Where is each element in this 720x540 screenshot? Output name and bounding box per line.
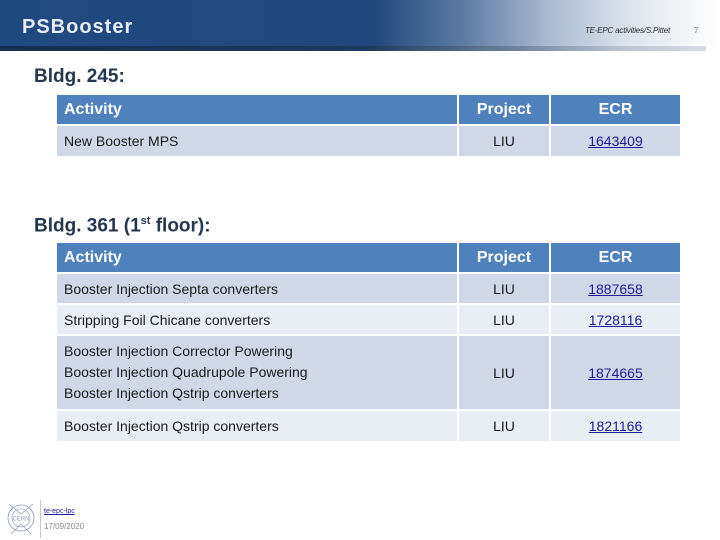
section-title-bldg-245: Bldg. 245: bbox=[34, 66, 125, 87]
project-cell: LIU bbox=[458, 303, 551, 335]
table-row: Booster Injection Corrector Powering Boo… bbox=[57, 334, 680, 410]
project-cell: LIU bbox=[458, 272, 551, 304]
header-meta: TE-EPC activities/S.Pittet bbox=[585, 26, 671, 35]
header-underline bbox=[0, 46, 706, 51]
table-bldg-245: Activity Project ECR New Booster MPS LIU… bbox=[57, 95, 680, 156]
ecr-cell: 1728116 bbox=[550, 303, 680, 335]
activity-cell: Booster Injection Corrector Powering Boo… bbox=[57, 334, 459, 410]
slide-title: PSBooster bbox=[22, 16, 134, 38]
table-row: Stripping Foil Chicane converters LIU 17… bbox=[57, 303, 680, 335]
activity-cell: Stripping Foil Chicane converters bbox=[57, 303, 459, 335]
project-cell: LIU bbox=[458, 124, 551, 156]
table-row: New Booster MPS LIU 1643409 bbox=[57, 124, 680, 156]
page-number: 7 bbox=[694, 26, 699, 35]
ecr-cell: 1643409 bbox=[550, 124, 680, 156]
project-cell: LIU bbox=[458, 334, 551, 410]
activity-cell: New Booster MPS bbox=[57, 124, 459, 156]
activity-cell: Booster Injection Qstrip converters bbox=[57, 409, 459, 441]
ecr-link[interactable]: 1874665 bbox=[588, 365, 643, 381]
table-header-row: Activity Project ECR bbox=[57, 95, 680, 125]
project-cell: LIU bbox=[458, 409, 551, 441]
column-header-activity: Activity bbox=[57, 243, 459, 273]
table-row: Booster Injection Septa converters LIU 1… bbox=[57, 272, 680, 304]
footer-divider bbox=[40, 500, 41, 538]
section-title-bldg-361: Bldg. 361 (1st floor): bbox=[34, 215, 211, 237]
ecr-link[interactable]: 1887658 bbox=[588, 281, 643, 297]
activity-line: Booster Injection Quadrupole Powering bbox=[64, 364, 308, 380]
activity-line: Booster Injection Corrector Powering bbox=[64, 343, 293, 359]
footer-link[interactable]: te-epc-lpc bbox=[44, 508, 75, 515]
cern-logo-icon: CERN bbox=[7, 503, 35, 535]
column-header-ecr: ECR bbox=[550, 243, 680, 273]
ecr-cell: 1874665 bbox=[550, 334, 680, 410]
footer-date: 17/09/2020 bbox=[44, 522, 85, 531]
ecr-cell: 1821166 bbox=[550, 409, 680, 441]
activity-line: Booster Injection Qstrip converters bbox=[64, 385, 279, 401]
table-row: Booster Injection Qstrip converters LIU … bbox=[57, 409, 680, 441]
column-header-activity: Activity bbox=[57, 95, 459, 125]
activity-cell: Booster Injection Septa converters bbox=[57, 272, 459, 304]
column-header-project: Project bbox=[458, 95, 551, 125]
logo-text: CERN bbox=[12, 517, 29, 523]
column-header-project: Project bbox=[458, 243, 551, 273]
ecr-cell: 1887658 bbox=[550, 272, 680, 304]
column-header-ecr: ECR bbox=[550, 95, 680, 125]
ecr-link[interactable]: 1728116 bbox=[589, 312, 642, 328]
ecr-link[interactable]: 1643409 bbox=[588, 133, 643, 149]
ecr-link[interactable]: 1821166 bbox=[589, 418, 642, 434]
table-bldg-361: Activity Project ECR Booster Injection S… bbox=[57, 243, 680, 441]
table-header-row: Activity Project ECR bbox=[57, 243, 680, 273]
